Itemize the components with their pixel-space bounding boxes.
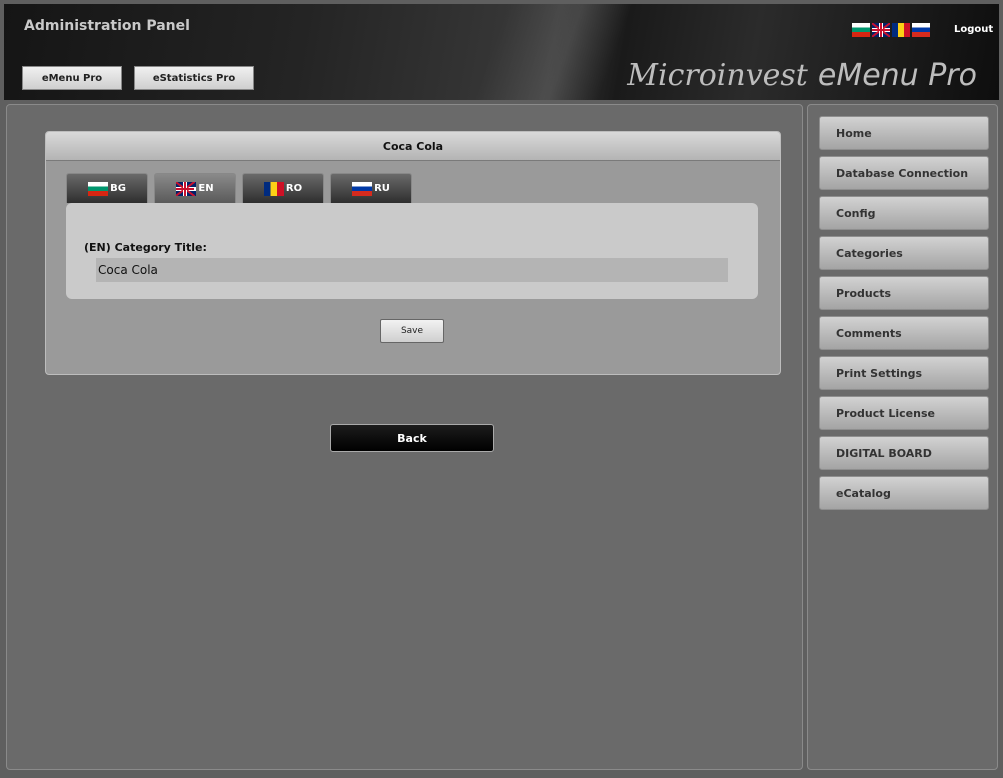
back-button[interactable]: Back	[330, 424, 494, 452]
flag-romania-icon[interactable]	[892, 23, 910, 37]
category-edit-card: Coca Cola BG EN RO RU (EN) Category Titl…	[45, 131, 781, 375]
estatistics-pro-button[interactable]: eStatistics Pro	[134, 66, 254, 90]
sidebar-item-ecatalog[interactable]: eCatalog	[819, 476, 989, 510]
sidebar-item-home[interactable]: Home	[819, 116, 989, 150]
brand-product: eMenu Pro	[817, 58, 977, 93]
flag-bulgaria-icon	[88, 181, 109, 196]
flag-uk-icon[interactable]	[872, 23, 890, 37]
category-title-input[interactable]	[96, 258, 728, 282]
card-title: Coca Cola	[46, 132, 780, 161]
main-content-panel: Coca Cola BG EN RO RU (EN) Category Titl…	[6, 104, 803, 770]
sidebar-item-config[interactable]: Config	[819, 196, 989, 230]
tab-label: EN	[198, 183, 214, 194]
sidebar-item-database-connection[interactable]: Database Connection	[819, 156, 989, 190]
tab-content: (EN) Category Title:	[66, 203, 758, 299]
tab-ru[interactable]: RU	[330, 173, 412, 203]
language-tabs: BG EN RO RU	[66, 173, 412, 203]
tab-label: RO	[285, 183, 303, 194]
flag-bulgaria-icon[interactable]	[852, 23, 870, 37]
logout-link[interactable]: Logout	[954, 24, 993, 35]
sidebar-item-digital-board[interactable]: DIGITAL BOARD	[819, 436, 989, 470]
sidebar-item-product-license[interactable]: Product License	[819, 396, 989, 430]
flag-romania-icon	[263, 181, 284, 196]
sidebar-item-categories[interactable]: Categories	[819, 236, 989, 270]
sidebar-item-comments[interactable]: Comments	[819, 316, 989, 350]
sidebar-item-print-settings[interactable]: Print Settings	[819, 356, 989, 390]
tab-label: RU	[374, 183, 390, 194]
tab-bg[interactable]: BG	[66, 173, 148, 203]
header-bar: Administration Panel eMenu Pro eStatisti…	[4, 4, 999, 100]
flag-russia-icon	[352, 181, 373, 196]
sidebar-item-products[interactable]: Products	[819, 276, 989, 310]
brand-logo: Microinvest eMenu Pro	[627, 58, 977, 93]
flag-uk-icon	[176, 181, 197, 196]
emenu-pro-button[interactable]: eMenu Pro	[22, 66, 122, 90]
tab-ro[interactable]: RO	[242, 173, 324, 203]
tab-label: BG	[110, 183, 126, 194]
language-switcher	[852, 23, 930, 37]
sidebar-nav: Home Database Connection Config Categori…	[807, 104, 998, 770]
flag-russia-icon[interactable]	[912, 23, 930, 37]
admin-panel-title: Administration Panel	[24, 18, 190, 34]
brand-company: Microinvest	[627, 58, 808, 93]
save-button[interactable]: Save	[380, 319, 444, 343]
tab-en[interactable]: EN	[154, 173, 236, 203]
category-title-label: (EN) Category Title:	[84, 241, 207, 254]
